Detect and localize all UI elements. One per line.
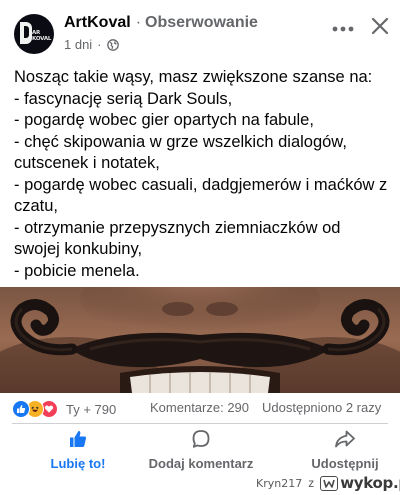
more-options-button[interactable] — [329, 14, 357, 42]
post-text-line: - chęć skipowania w grze wszelkich dialo… — [14, 132, 347, 173]
author-name[interactable]: ArtKoval — [64, 14, 131, 31]
avatar-logo-cutout — [24, 26, 29, 38]
post-text-line: - fascynację serią Dark Souls, — [14, 89, 233, 108]
globe-icon — [106, 39, 119, 51]
author-row: ArtKoval · Obserwowanie — [64, 13, 258, 33]
comment-bubble-icon — [191, 429, 211, 449]
like-label: Lubię to! — [50, 456, 106, 471]
more-dots-icon — [332, 19, 354, 37]
reaction-count: Ty + 790 — [66, 401, 117, 417]
wykop-logo-text: wykop.pl — [340, 474, 400, 492]
avatar[interactable]: AR KOVAL — [14, 14, 54, 54]
comment-label: Dodaj komentarz — [148, 456, 254, 471]
like-reaction-icon — [12, 400, 30, 418]
reaction-icons — [12, 400, 58, 418]
mustache-photo-image — [0, 287, 400, 393]
meta-separator: · — [97, 37, 102, 52]
reaction-summary[interactable]: Ty + 790 — [12, 399, 116, 419]
wykop-logo: wykop.pl — [320, 474, 400, 492]
post-header: AR KOVAL ArtKoval · Obserwowanie 1 dni · — [0, 0, 400, 62]
watermark-footer: Kryn217 z wykop.pl — [256, 474, 400, 492]
close-button[interactable] — [366, 14, 394, 42]
close-icon — [371, 17, 389, 40]
post-text-line: Nosząc takie wąsy, masz zwiększone szans… — [14, 68, 373, 86]
comment-button[interactable]: Dodaj komentarz — [146, 429, 256, 471]
post-text-line: - otrzymanie przepysznych ziemniaczków o… — [14, 218, 341, 259]
post-meta: 1 dni · — [64, 37, 119, 53]
comments-count[interactable]: Komentarze: 290 — [150, 400, 249, 415]
watermark-z: z — [308, 476, 315, 490]
post-text: Nosząc takie wąsy, masz zwiększone szans… — [14, 67, 388, 282]
author-separator: · — [135, 14, 142, 31]
post-time[interactable]: 1 dni — [64, 37, 92, 53]
post-text-line: - pobicie menela. — [14, 261, 140, 280]
divider — [12, 423, 388, 424]
post-photo[interactable] — [0, 287, 400, 393]
thumbs-up-icon — [68, 429, 88, 449]
watermark-user: Kryn217 — [256, 476, 303, 490]
share-button[interactable]: Udostępnij — [300, 429, 390, 471]
like-button[interactable]: Lubię to! — [30, 429, 126, 471]
share-label: Udostępnij — [311, 456, 379, 471]
shares-count[interactable]: Udostępniono 2 razy — [262, 400, 381, 415]
follow-status-button[interactable]: Obserwowanie — [145, 14, 258, 31]
wykop-logo-icon — [320, 475, 339, 491]
post-text-line: - pogardę wobec gier opartych na fabule, — [14, 111, 314, 129]
post-text-line: - pogardę wobec casuali, dadgjemerów i m… — [14, 175, 388, 216]
share-arrow-icon — [334, 429, 356, 449]
avatar-logo-text: AR KOVAL — [32, 30, 52, 42]
